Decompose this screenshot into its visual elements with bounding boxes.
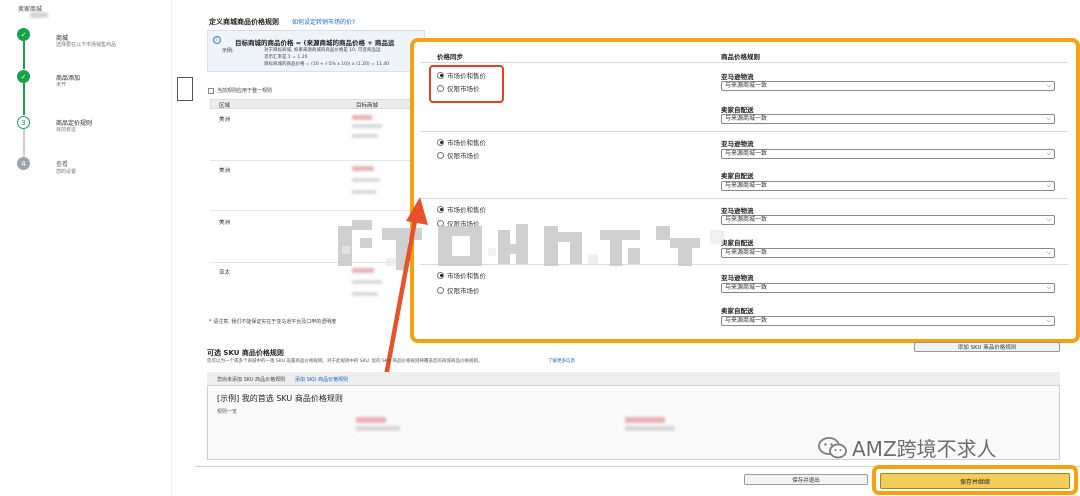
step-4-title: 查看	[56, 161, 69, 168]
apply-rule-label: 当前规则应用于整一规则	[217, 88, 273, 94]
radio-checked-icon[interactable]	[437, 138, 444, 146]
chevron-down-icon: ⌵	[1046, 216, 1051, 223]
col-region: 区域	[219, 103, 231, 109]
info-line-1: 对于目标商城, 如果来源商城的商品价格是 10, 可变商品运	[264, 48, 381, 53]
collapse-panel-toggle[interactable]	[177, 77, 193, 101]
fbm-price-rule-select[interactable]: 与来源商城一致 ⌵	[721, 316, 1055, 326]
region-label: 美洲	[219, 168, 231, 174]
fbm-label: 卖家自配送	[721, 106, 754, 114]
blurred-text	[352, 124, 382, 128]
save-and-continue-button[interactable]: 保存并继续	[880, 473, 1070, 489]
sku-list-header: 您尚未添加 SKU 商品价格规则 添加 SKU 商品价格规则	[207, 372, 1060, 386]
blurred-text	[625, 426, 675, 431]
region-label: 美洲	[219, 220, 231, 226]
radio-market-only[interactable]: 仅限市场价	[437, 285, 480, 295]
info-line-3: 目标商城的商品价格 = (10 + (-5% x 10)) x (1.20) =…	[264, 62, 390, 67]
step-1-subtitle: 选择要在以下市场销售商品	[56, 42, 117, 48]
radio-market-and-sale[interactable]: 市场价和售价	[437, 137, 486, 147]
sku-empty-text: 您尚未添加 SKU 商品价格规则	[217, 377, 286, 383]
radio-market-only[interactable]: 仅限市场价	[437, 150, 480, 160]
chevron-down-icon: ⌵	[1046, 150, 1051, 157]
blurred-text	[356, 426, 400, 431]
chevron-down-icon: ⌵	[1046, 82, 1051, 89]
blurred-flag	[352, 115, 372, 120]
blurred-text	[352, 190, 376, 194]
apply-rule-checkbox-row[interactable]: 当前规则应用于整一规则	[208, 87, 272, 94]
group-divider	[420, 131, 1068, 132]
fbm-price-rule-select[interactable]: 与来源商城一致 ⌵	[721, 248, 1055, 258]
chevron-down-icon: ⌵	[1046, 249, 1051, 256]
chevron-down-icon: ⌵	[1046, 115, 1051, 122]
blurred-flag	[352, 166, 374, 171]
step-connector	[22, 129, 25, 157]
fbm-price-rule-select[interactable]: 与来源商城一致 ⌵	[721, 181, 1055, 191]
step-connector	[22, 41, 25, 69]
blurred-flag	[356, 417, 386, 423]
region-label: 亚太	[219, 270, 231, 276]
col-price-rule: 商品价格规则	[721, 53, 760, 61]
help-link[interactable]: 如何设定转销市场的价?	[292, 17, 355, 26]
fbm-label: 卖家自配送	[721, 172, 754, 180]
info-panel: i 目标商城的商品价格 = (来源商城的商品价格 + 商品运 示例: 对于目标商…	[207, 30, 425, 72]
sku-section-title: 可选 SKU 商品价格规则	[207, 349, 284, 357]
save-and-exit-button[interactable]: 保存并退出	[744, 474, 868, 485]
step-connector	[22, 83, 25, 115]
rules-section-title: 定义商城商品价格规则	[209, 18, 279, 26]
region-table-header: 区域 目标商城	[210, 99, 420, 109]
chevron-down-icon: ⌵	[1046, 284, 1051, 291]
blurred-account-name	[30, 12, 48, 18]
info-example-label: 示例:	[222, 48, 234, 54]
region-note: * 请注意, 我们不能保证实在于亚马逊平台及口申的透明度	[209, 319, 337, 325]
step-4-subtitle: 您的设置	[56, 169, 77, 175]
add-sku-rule-button[interactable]: 添加 SKU 商品价格规则	[914, 342, 1060, 352]
watermark-text: AMZ跨境不求人	[852, 437, 997, 461]
blurred-text	[352, 134, 378, 138]
chevron-down-icon: ⌵	[1046, 182, 1051, 189]
panel-header-divider	[420, 62, 1068, 63]
fba-price-rule-select[interactable]: 与来源商城一致 ⌵	[721, 149, 1055, 159]
learn-more-link[interactable]: 了解更多信息	[548, 358, 575, 364]
fba-price-rule-select[interactable]: 与来源商城一致 ⌵	[721, 283, 1055, 293]
radio-unchecked-icon[interactable]	[437, 286, 444, 294]
progress-stepper: 卖家商城 ✓ 商城 选择要在以下市场销售商品 ✓ 商品添加 未开 3 商品定价规…	[0, 0, 172, 496]
fba-price-rule-select[interactable]: 与来源商城一致 ⌵	[721, 81, 1055, 91]
blurred-flag	[625, 417, 665, 423]
fbm-price-rule-select[interactable]: 与来源商城一致 ⌵	[721, 114, 1055, 124]
row-divider	[210, 160, 420, 161]
sku-example-sub: 规则一览	[217, 409, 238, 415]
col-target-marketplace: 目标商城	[356, 103, 379, 109]
step-1-check-icon: ✓	[17, 28, 30, 41]
step-3-number-icon: 3	[17, 116, 30, 129]
blurred-text	[352, 178, 380, 182]
apply-rule-checkbox[interactable]	[208, 87, 214, 94]
step-2-check-icon: ✓	[17, 70, 30, 83]
fba-label: 亚马逊物流	[721, 207, 754, 215]
radio-checked-icon[interactable]	[437, 205, 444, 213]
arrow-annotation-icon	[381, 197, 428, 390]
step-4-number-icon: 4	[17, 157, 30, 170]
radio-market-and-sale[interactable]: 市场价和售价	[437, 204, 486, 214]
sku-example-title: [示例] 我的首选 SKU 商品价格规则	[217, 394, 343, 403]
info-icon: i	[213, 36, 221, 44]
step-2-subtitle: 未开	[56, 82, 67, 88]
info-formula: 目标商城的商品价格 = (来源商城的商品价格 + 商品运	[235, 39, 395, 47]
watermark: AMZ跨境不求人	[818, 433, 997, 462]
chevron-down-icon: ⌵	[1046, 317, 1051, 324]
radio-unchecked-icon[interactable]	[437, 151, 444, 159]
region-label: 美洲	[219, 117, 231, 123]
fbm-label: 卖家自配送	[721, 307, 754, 315]
info-line-2: 货币汇率是 1 = 1.20	[264, 55, 308, 60]
col-price-sync: 价格同步	[437, 53, 463, 61]
add-sku-rule-link[interactable]: 添加 SKU 商品价格规则	[295, 376, 348, 383]
fba-label: 亚马逊物流	[721, 140, 754, 148]
sku-description: 您可以为一个或多个商城中的一组 SKU 设置商品价格规则。对于此规则中的 SKU…	[207, 359, 483, 364]
radio-highlight-box	[429, 65, 504, 103]
step-3-subtitle: 目前有这	[56, 127, 77, 133]
fba-label: 亚马逊物流	[721, 73, 754, 81]
fba-price-rule-select[interactable]: 与来源商城一致 ⌵	[721, 215, 1055, 225]
wechat-icon	[818, 436, 847, 458]
group-divider	[420, 198, 1068, 199]
